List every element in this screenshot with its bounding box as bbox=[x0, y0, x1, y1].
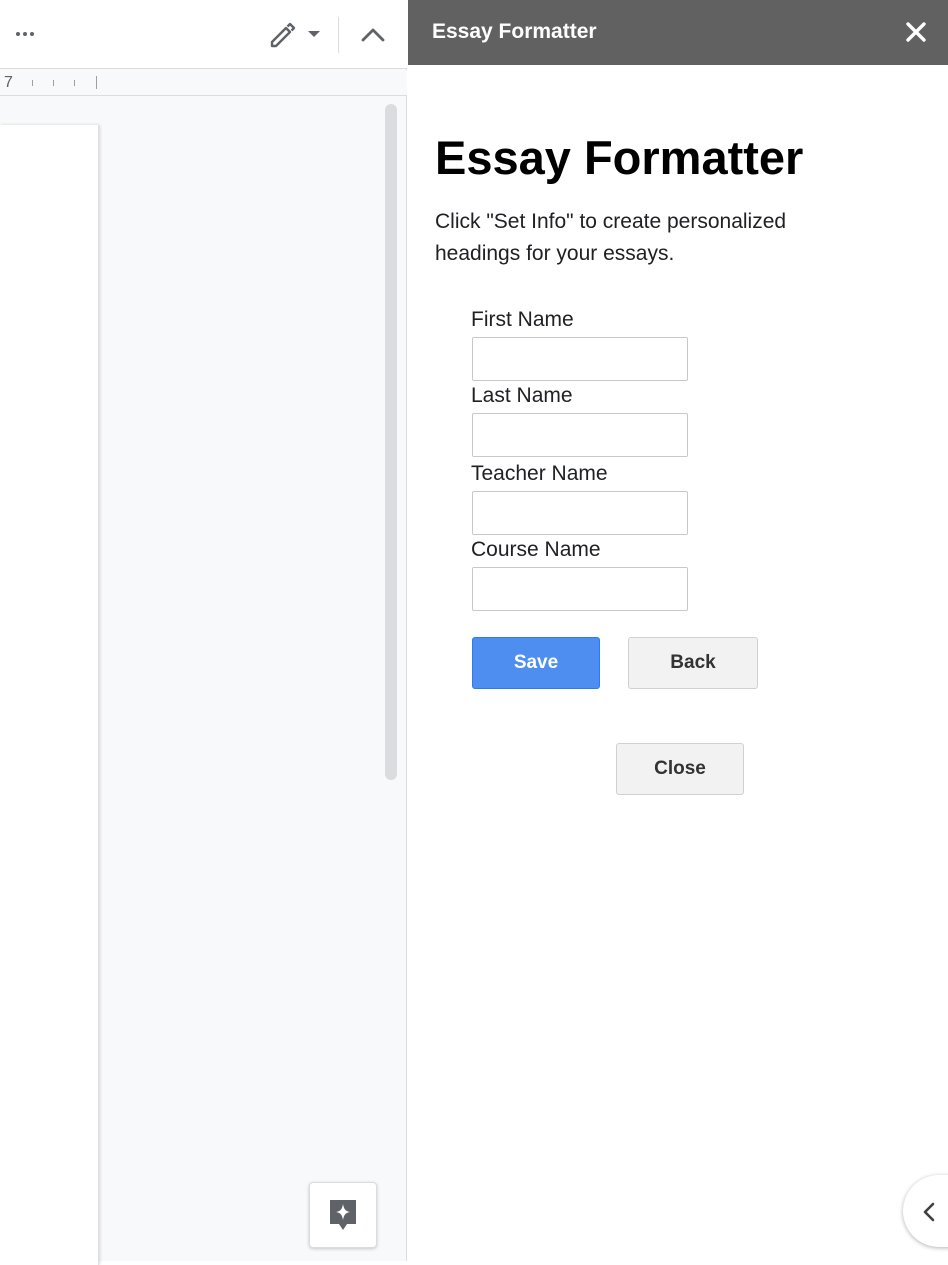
back-button[interactable]: Back bbox=[628, 637, 758, 689]
ruler-tick bbox=[74, 80, 75, 86]
pencil-icon[interactable] bbox=[264, 18, 300, 50]
last-name-field[interactable] bbox=[472, 413, 688, 457]
addon-sidebar: Essay Formatter Essay Formatter Click "S… bbox=[408, 0, 948, 1261]
chevron-left-icon bbox=[923, 1202, 935, 1222]
sidebar-header: Essay Formatter bbox=[408, 0, 948, 65]
explore-button[interactable] bbox=[309, 1182, 377, 1248]
more-options-icon[interactable] bbox=[10, 20, 40, 48]
first-name-label: First Name bbox=[471, 308, 574, 331]
ruler: 7 bbox=[0, 70, 407, 96]
scrollbar[interactable] bbox=[385, 104, 397, 780]
page-title: Essay Formatter bbox=[435, 131, 804, 184]
ruler-number: 7 bbox=[4, 74, 13, 91]
toolbar-divider bbox=[338, 17, 339, 53]
docs-toolbar bbox=[0, 0, 407, 69]
last-name-label: Last Name bbox=[471, 384, 573, 407]
close-button[interactable]: Close bbox=[616, 743, 744, 795]
first-name-field[interactable] bbox=[472, 337, 688, 381]
caret-down-icon[interactable] bbox=[304, 26, 324, 42]
ruler-tick bbox=[96, 76, 97, 89]
document-area: 7 bbox=[0, 0, 407, 1265]
close-icon[interactable] bbox=[902, 18, 930, 46]
save-button[interactable]: Save bbox=[472, 637, 600, 689]
teacher-name-label: Teacher Name bbox=[471, 462, 608, 485]
chevron-up-icon[interactable] bbox=[356, 20, 390, 50]
description-text: Click "Set Info" to create personalized … bbox=[435, 210, 787, 265]
document-page[interactable] bbox=[0, 125, 99, 1265]
explore-sparkle-icon bbox=[330, 1200, 356, 1230]
teacher-name-field[interactable] bbox=[472, 491, 688, 535]
ruler-tick bbox=[32, 80, 33, 86]
course-name-label: Course Name bbox=[471, 538, 601, 561]
ruler-tick bbox=[53, 80, 54, 86]
course-name-field[interactable] bbox=[472, 567, 688, 611]
sidebar-title: Essay Formatter bbox=[432, 20, 597, 43]
